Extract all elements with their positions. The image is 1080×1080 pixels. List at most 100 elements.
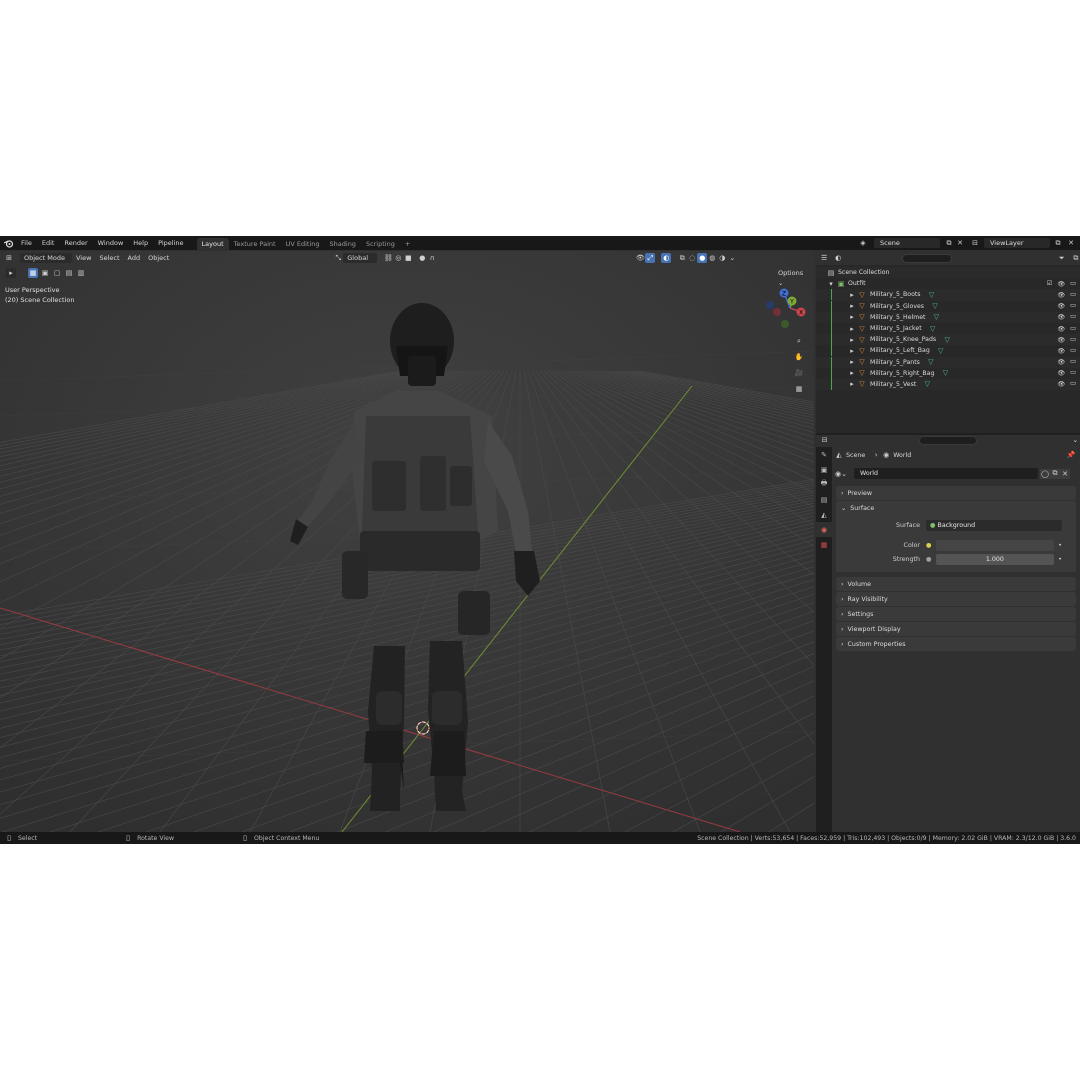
viewlayer-selector-icon[interactable]: ⊟ bbox=[970, 238, 980, 248]
tree-row-object[interactable]: ▸ ▽ Military_5_Jacket ▽ 👁 ▭ bbox=[816, 323, 1080, 335]
tree-row-scene-collection[interactable]: ▤ Scene Collection bbox=[816, 267, 1080, 279]
select-invert-icon[interactable]: ▤ bbox=[64, 268, 74, 278]
eye-icon[interactable]: 👁 bbox=[1057, 291, 1065, 299]
gizmo-toggle-icon[interactable]: ⤢ bbox=[645, 253, 656, 263]
menu-help[interactable]: Help bbox=[128, 236, 153, 250]
tree-row-object[interactable]: ▸ ▽ Military_5_Vest ▽ 👁 ▭ bbox=[816, 378, 1080, 391]
pin-icon[interactable]: 📌 bbox=[1066, 450, 1076, 460]
expand-arrow-icon[interactable]: ▸ bbox=[847, 346, 857, 356]
xray-icon[interactable]: ⧉ bbox=[677, 253, 687, 263]
viewlayer-name-field[interactable]: ViewLayer bbox=[984, 238, 1050, 248]
keyframe-dot-icon[interactable]: • bbox=[1058, 542, 1062, 549]
view-layer-tab-icon[interactable]: ▤ bbox=[816, 492, 832, 507]
properties-editor-type-icon[interactable]: ⊟ bbox=[820, 435, 829, 445]
tab-texture-paint[interactable]: Texture Paint bbox=[229, 238, 281, 250]
scene-tab-icon[interactable]: ◭ bbox=[816, 507, 832, 522]
expand-arrow-icon[interactable]: ▸ bbox=[847, 290, 857, 300]
render-camera-icon[interactable]: ▭ bbox=[1070, 313, 1076, 321]
filter-icon[interactable]: ⏷ bbox=[1058, 253, 1066, 263]
delete-scene-icon[interactable]: ✕ bbox=[955, 238, 965, 248]
keyframe-dot-icon[interactable]: • bbox=[1058, 556, 1062, 563]
unlink-world-icon[interactable]: ✕ bbox=[1060, 468, 1070, 479]
wireframe-shading-icon[interactable]: ◌ bbox=[687, 253, 697, 263]
viewport-scene[interactable] bbox=[0, 251, 814, 832]
eye-icon[interactable]: 👁 bbox=[1057, 313, 1065, 321]
menu-edit[interactable]: Edit bbox=[37, 236, 60, 250]
menu-object[interactable]: Object bbox=[144, 254, 173, 262]
eye-icon[interactable]: 👁 bbox=[1057, 336, 1065, 344]
new-collection-icon[interactable]: ⧉ bbox=[1072, 253, 1080, 263]
shading-options-icon[interactable]: ⌄ bbox=[727, 253, 737, 263]
camera-view-icon[interactable]: 🎥 bbox=[794, 368, 804, 378]
expand-arrow-icon[interactable]: ▾ bbox=[826, 279, 836, 289]
add-workspace-button[interactable]: + bbox=[400, 238, 415, 250]
scene-selector-icon[interactable]: ◈ bbox=[858, 238, 868, 248]
expand-arrow-icon[interactable]: ▸ bbox=[847, 335, 857, 345]
world-name-field[interactable]: World bbox=[854, 468, 1038, 479]
properties-options-icon[interactable]: ⌄ bbox=[1071, 435, 1080, 445]
tab-uv-editing[interactable]: UV Editing bbox=[281, 238, 325, 250]
select-intersect-icon[interactable]: ▥ bbox=[76, 268, 86, 278]
tree-row-collection-outfit[interactable]: ▾ ▣ Outfit ☑ 👁 ▭ bbox=[816, 278, 1080, 289]
render-camera-icon[interactable]: ▭ bbox=[1070, 369, 1076, 377]
object-mode-dropdown[interactable]: Object Mode bbox=[20, 253, 72, 263]
select-subtract-icon[interactable]: ▢ bbox=[52, 268, 62, 278]
render-camera-icon[interactable]: ▭ bbox=[1070, 380, 1076, 388]
color-swatch[interactable] bbox=[935, 539, 1055, 551]
zoom-icon[interactable]: ⌕ bbox=[794, 336, 804, 346]
orthographic-grid-icon[interactable]: ▦ bbox=[794, 384, 804, 394]
tab-scripting[interactable]: Scripting bbox=[361, 238, 400, 250]
exclude-checkbox[interactable]: ☑ bbox=[1047, 280, 1053, 288]
tree-row-object[interactable]: ▸ ▽ Military_5_Helmet ▽ 👁 ▭ bbox=[816, 311, 1080, 323]
tree-row-object[interactable]: ▸ ▽ Military_5_Gloves ▽ 👁 ▭ bbox=[816, 300, 1080, 312]
new-viewlayer-icon[interactable]: ⧉ bbox=[1053, 238, 1063, 248]
navigation-gizmo[interactable]: X Y Z bbox=[764, 286, 814, 336]
mesh-data-icon[interactable]: ▽ bbox=[928, 324, 938, 334]
outliner-editor-type-icon[interactable]: ☰ bbox=[820, 253, 828, 263]
panel-surface[interactable]: ⌄ Surface bbox=[836, 501, 1076, 515]
strength-socket-icon[interactable]: ● bbox=[926, 556, 932, 563]
menu-select[interactable]: Select bbox=[95, 254, 123, 262]
render-camera-icon[interactable]: ▭ bbox=[1070, 347, 1076, 355]
menu-file[interactable]: File bbox=[16, 236, 37, 250]
world-tab-icon[interactable]: ◉ bbox=[816, 522, 832, 537]
visibility-icon[interactable]: 👁 bbox=[635, 253, 645, 263]
display-mode-icon[interactable]: ◐ bbox=[834, 253, 842, 263]
tree-row-object[interactable]: ▸ ▽ Military_5_Left_Bag ▽ 👁 ▭ bbox=[816, 345, 1080, 357]
menu-render[interactable]: Render bbox=[59, 236, 92, 250]
outliner-search-input[interactable] bbox=[902, 253, 952, 263]
select-extend-icon[interactable]: ▣ bbox=[40, 268, 50, 278]
mesh-data-icon[interactable]: ▽ bbox=[942, 335, 952, 345]
tool-tab-icon[interactable]: ✎ bbox=[816, 447, 832, 462]
transform-orientation-dropdown[interactable]: Global bbox=[343, 253, 378, 263]
solid-shading-icon[interactable]: ● bbox=[697, 253, 708, 263]
strength-field[interactable]: 1.000 bbox=[935, 553, 1055, 565]
mesh-data-icon[interactable]: ▽ bbox=[936, 346, 946, 356]
pivot-point-icon[interactable]: ⛓ bbox=[383, 253, 393, 263]
render-camera-icon[interactable]: ▭ bbox=[1070, 358, 1076, 366]
color-socket-icon[interactable]: ● bbox=[926, 542, 932, 549]
menu-view[interactable]: View bbox=[72, 254, 95, 262]
falloff-icon[interactable]: ∩ bbox=[427, 253, 437, 263]
tree-row-object[interactable]: ▸ ▽ Military_5_Knee_Pads ▽ 👁 ▭ bbox=[816, 334, 1080, 346]
mesh-data-icon[interactable]: ▽ bbox=[922, 379, 932, 389]
panel-settings[interactable]: › Settings bbox=[836, 607, 1076, 621]
3d-viewport[interactable]: ⊞ Object Mode View Select Add Object ⤡ G… bbox=[0, 251, 814, 832]
menu-pipeline[interactable]: Pipeline bbox=[153, 236, 188, 250]
eye-icon[interactable]: 👁 bbox=[1057, 369, 1065, 377]
tree-row-object[interactable]: ▸ ▽ Military_5_Right_Bag ▽ 👁 ▭ bbox=[816, 367, 1080, 379]
render-camera-icon[interactable]: ▭ bbox=[1070, 325, 1076, 333]
delete-viewlayer-icon[interactable]: ✕ bbox=[1066, 238, 1076, 248]
menu-window[interactable]: Window bbox=[93, 236, 129, 250]
texture-tab-icon[interactable]: ▦ bbox=[816, 537, 832, 552]
overlay-toggle-icon[interactable]: ◐ bbox=[661, 253, 672, 263]
fake-user-icon[interactable]: ◯ bbox=[1040, 468, 1050, 479]
panel-preview[interactable]: › Preview bbox=[836, 486, 1076, 500]
mesh-data-icon[interactable]: ▽ bbox=[931, 312, 941, 322]
tab-layout[interactable]: Layout bbox=[196, 237, 229, 250]
rendered-shading-icon[interactable]: ◑ bbox=[717, 253, 727, 263]
scene-name-field[interactable]: Scene bbox=[874, 238, 940, 248]
panel-ray-visibility[interactable]: › Ray Visibility bbox=[836, 592, 1076, 606]
eye-icon[interactable]: 👁 bbox=[1057, 280, 1065, 288]
tree-row-object[interactable]: ▸ ▽ Military_5_Boots ▽ 👁 ▭ bbox=[816, 289, 1080, 301]
